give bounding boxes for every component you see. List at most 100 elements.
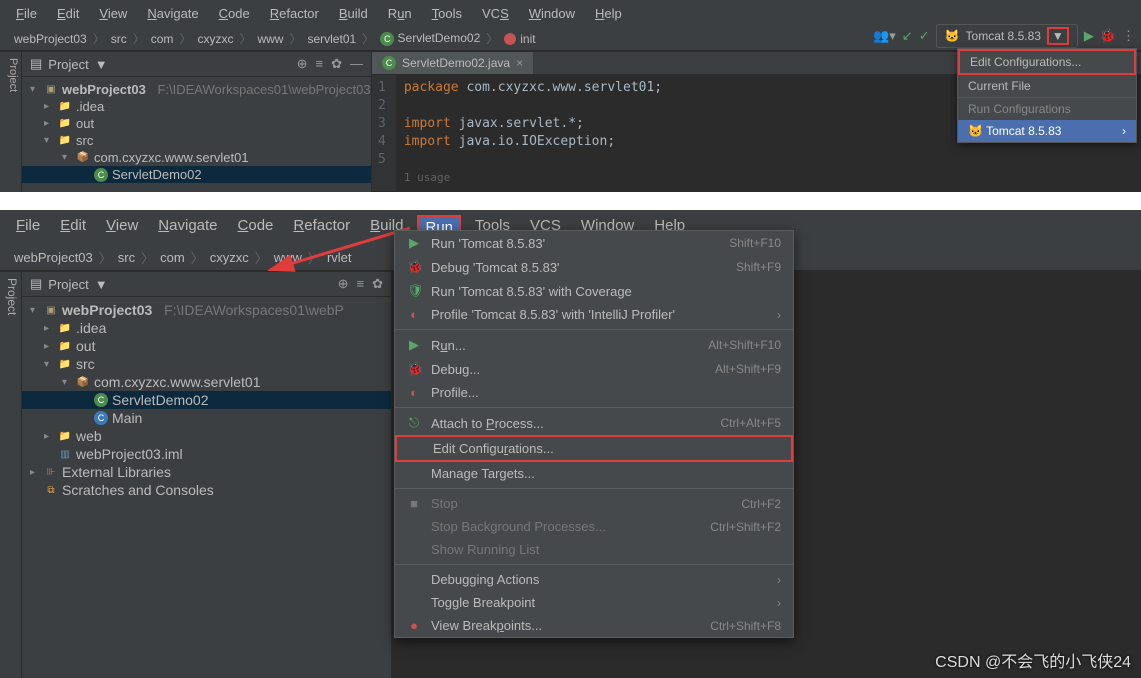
- ide-panel-bottom: File Edit View Navigate Code Refactor Bu…: [0, 210, 1141, 678]
- debug-actions-item[interactable]: Debugging Actions›: [395, 568, 793, 591]
- tree-folder-out[interactable]: ▸📁out: [22, 337, 391, 355]
- tree-class[interactable]: CServletDemo02: [22, 391, 391, 409]
- menu-navigate[interactable]: Navigate: [152, 215, 223, 240]
- dropdown-icon[interactable]: ▼: [95, 277, 108, 292]
- back-arrow-icon[interactable]: ↙: [902, 28, 913, 44]
- tree-folder-src[interactable]: ▾📁src: [22, 355, 391, 373]
- tree-external-libs[interactable]: ▸⊪External Libraries: [22, 463, 391, 481]
- tree-scratches[interactable]: ⧉Scratches and Consoles: [22, 481, 391, 499]
- show-running-item: Show Running List: [395, 538, 793, 561]
- users-icon[interactable]: 👥▾: [873, 28, 896, 44]
- project-panel: ▤ Project ▼ ⊕ ≡ ✿ — ▾▣webProject03 F:\ID…: [22, 52, 372, 192]
- code[interactable]: package com.cxyzxc.www.servlet01; import…: [396, 75, 670, 191]
- debug-icon[interactable]: 🐞: [1100, 28, 1116, 44]
- menu-code[interactable]: Code: [213, 4, 256, 23]
- menu-view[interactable]: View: [93, 4, 133, 23]
- breadcrumb-seg[interactable]: cxyzxc: [193, 32, 237, 46]
- menu-edit[interactable]: Edit: [54, 215, 92, 240]
- menu-tools[interactable]: Tools: [426, 4, 468, 23]
- run-item[interactable]: ▶Run...Alt+Shift+F10: [395, 333, 793, 357]
- project-title: Project: [48, 277, 88, 292]
- project-tree: ▾▣webProject03 F:\IDEAWorkspaces01\webPr…: [22, 77, 371, 187]
- breadcrumb-seg[interactable]: www: [253, 32, 287, 46]
- menu-window[interactable]: Window: [523, 4, 581, 23]
- tree-package[interactable]: ▾📦com.cxyzxc.www.servlet01: [22, 373, 391, 391]
- menu-view[interactable]: View: [100, 215, 144, 240]
- tree-class-main[interactable]: CMain: [22, 409, 391, 427]
- tomcat-config-item[interactable]: 🐱 Tomcat 8.5.83 ›: [958, 120, 1136, 142]
- tree-root[interactable]: ▾▣webProject03 F:\IDEAWorkspaces01\webP: [22, 301, 391, 319]
- breadcrumb-seg[interactable]: src: [114, 250, 139, 265]
- menu-code[interactable]: Code: [232, 215, 280, 240]
- editor-tab[interactable]: C ServletDemo02.java ×: [372, 52, 533, 74]
- menu-vcs[interactable]: VCS: [476, 4, 515, 23]
- toggle-bp-item[interactable]: Toggle Breakpoint›: [395, 591, 793, 614]
- menu-refactor[interactable]: Refactor: [264, 4, 325, 23]
- breadcrumb-seg[interactable]: C ServletDemo02: [376, 31, 484, 46]
- hide-icon[interactable]: —: [350, 56, 363, 72]
- menubar: File Edit View Navigate Code Refactor Bu…: [0, 0, 1141, 27]
- breadcrumb-seg[interactable]: src: [107, 32, 131, 46]
- breadcrumb-seg[interactable]: com: [156, 250, 189, 265]
- tree-root[interactable]: ▾▣webProject03 F:\IDEAWorkspaces01\webPr…: [22, 81, 371, 98]
- breadcrumb-seg[interactable]: cxyzxc: [206, 250, 253, 265]
- flatten-icon[interactable]: ≡: [357, 276, 365, 292]
- edit-configurations-item[interactable]: Edit Configurations...: [395, 435, 793, 462]
- breadcrumb-seg[interactable]: webProject03: [10, 32, 91, 46]
- settings-icon[interactable]: ✿: [331, 56, 342, 72]
- settings-icon[interactable]: ✿: [372, 276, 383, 292]
- breadcrumb-seg[interactable]: www: [270, 250, 306, 265]
- debug-tomcat-item[interactable]: 🐞Debug 'Tomcat 8.5.83'Shift+F9: [395, 255, 793, 279]
- debug-item[interactable]: 🐞Debug...Alt+Shift+F9: [395, 357, 793, 381]
- breadcrumb-seg[interactable]: rvlet: [323, 250, 356, 265]
- vcs-check-icon[interactable]: ✓: [919, 28, 930, 44]
- run-icon[interactable]: ▶: [1084, 28, 1094, 44]
- profile-dots-item[interactable]: ◐Profile...: [395, 381, 793, 404]
- dropdown-icon[interactable]: ▼: [95, 57, 108, 72]
- menu-file[interactable]: File: [10, 215, 46, 240]
- run-tomcat-item[interactable]: ▶Run 'Tomcat 8.5.83'Shift+F10: [395, 231, 793, 255]
- stop-item: ■StopCtrl+F2: [395, 492, 793, 515]
- run-config-selector[interactable]: 🐱 Tomcat 8.5.83 ▼: [936, 24, 1078, 48]
- tree-folder-web[interactable]: ▸📁web: [22, 427, 391, 445]
- menu-build[interactable]: Build: [333, 4, 374, 23]
- target-icon[interactable]: ⊕: [297, 56, 308, 72]
- menu-edit[interactable]: Edit: [51, 4, 85, 23]
- tree-folder-out[interactable]: ▸📁out: [22, 115, 371, 132]
- view-bp-item[interactable]: ●View Breakpoints...Ctrl+Shift+F8: [395, 614, 793, 637]
- menu-refactor[interactable]: Refactor: [287, 215, 356, 240]
- profile-item[interactable]: ◐Profile 'Tomcat 8.5.83' with 'IntelliJ …: [395, 303, 793, 326]
- tree-folder-idea[interactable]: ▸📁.idea: [22, 98, 371, 115]
- project-tool-tab[interactable]: Project: [0, 52, 22, 192]
- project-tool-tab[interactable]: Project: [0, 272, 22, 678]
- breadcrumb-seg[interactable]: servlet01: [303, 32, 360, 46]
- dropdown-arrow-icon[interactable]: ▼: [1047, 27, 1069, 45]
- breadcrumb-seg[interactable]: webProject03: [10, 250, 97, 265]
- flatten-icon[interactable]: ≡: [316, 56, 324, 72]
- project-title: Project: [48, 57, 88, 72]
- more-icon[interactable]: ⋮: [1122, 28, 1135, 44]
- current-file-item[interactable]: Current File: [958, 75, 1136, 97]
- menu-help[interactable]: Help: [589, 4, 628, 23]
- run-config-header: Run Configurations: [958, 97, 1136, 120]
- tree-folder-idea[interactable]: ▸📁.idea: [22, 319, 391, 337]
- close-tab-icon[interactable]: ×: [516, 56, 523, 70]
- ide-panel-top: File Edit View Navigate Code Refactor Bu…: [0, 0, 1141, 192]
- tree-package[interactable]: ▾📦com.cxyzxc.www.servlet01: [22, 149, 371, 166]
- breadcrumb-seg[interactable]: init: [500, 32, 539, 46]
- coverage-item[interactable]: 🛡Run 'Tomcat 8.5.83' with Coverage: [395, 279, 793, 303]
- stop-bg-item: Stop Background Processes...Ctrl+Shift+F…: [395, 515, 793, 538]
- menu-navigate[interactable]: Navigate: [141, 4, 204, 23]
- target-icon[interactable]: ⊕: [338, 276, 349, 292]
- edit-configurations-item[interactable]: Edit Configurations...: [958, 49, 1136, 75]
- menu-run[interactable]: Run: [382, 4, 418, 23]
- tree-iml[interactable]: ▥webProject03.iml: [22, 445, 391, 463]
- menu-file[interactable]: File: [10, 4, 43, 23]
- tree-class[interactable]: CServletDemo02: [22, 166, 371, 183]
- breadcrumb-seg[interactable]: com: [147, 32, 178, 46]
- attach-item[interactable]: ⎋Attach to Process...Ctrl+Alt+F5: [395, 411, 793, 435]
- submenu-arrow-icon: ›: [1122, 124, 1126, 138]
- manage-targets-item[interactable]: Manage Targets...: [395, 462, 793, 485]
- tree-folder-src[interactable]: ▾📁src: [22, 132, 371, 149]
- run-menu-popup: ▶Run 'Tomcat 8.5.83'Shift+F10 🐞Debug 'To…: [394, 230, 794, 638]
